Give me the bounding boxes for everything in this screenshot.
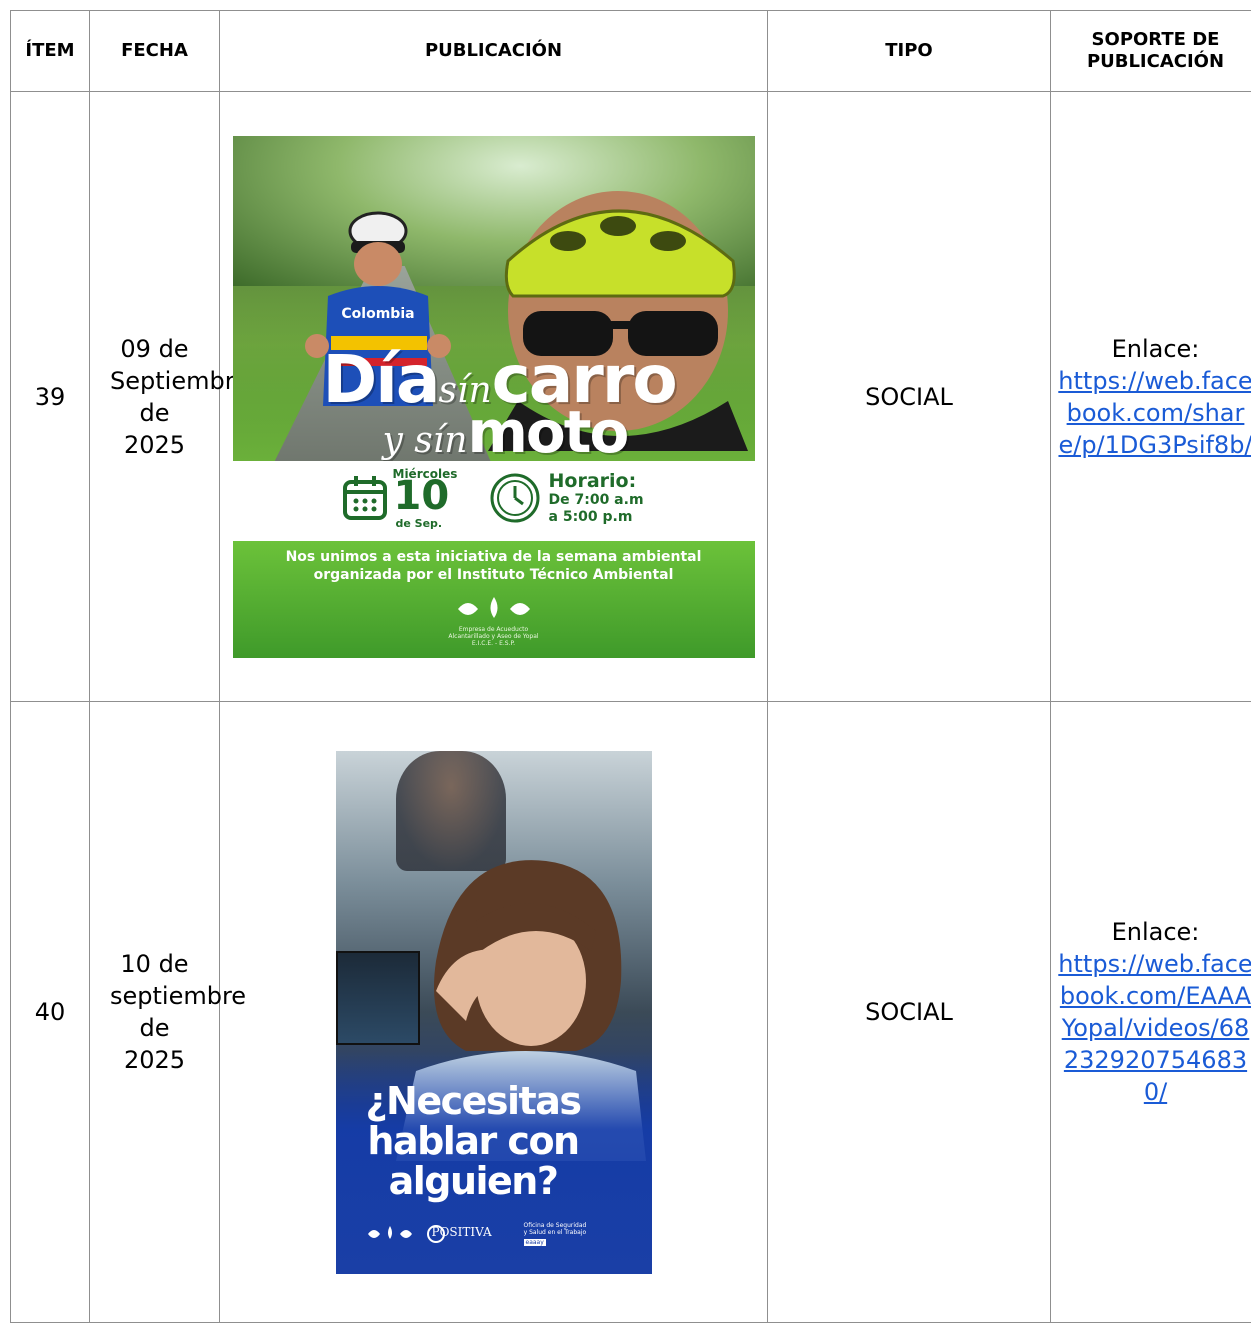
enlace-link[interactable]: https://web.facebook.com/EAAAYopal/video… — [1057, 948, 1251, 1108]
poster-dia-num: 10 — [394, 476, 450, 516]
header-publicacion: PUBLICACIÓN — [220, 11, 768, 92]
empresa-text: Empresa de Acueducto Alcantarillado y As… — [233, 626, 755, 647]
publications-table: ÍTEM FECHA PUBLICACIÓN TIPO SOPORTE DE P… — [10, 10, 1251, 1323]
fecha-cell: 09 de Septiembre de 2025 — [90, 92, 220, 702]
empresa-line2: Alcantarillado y Aseo de Yopal — [233, 633, 755, 640]
poster-mensaje: Nos unimos a esta iniciativa de la seman… — [233, 548, 755, 584]
poster-horario-fin: a 5:00 p.m — [549, 509, 633, 525]
poster-mes: de Sep. — [396, 517, 443, 530]
header-row: ÍTEM FECHA PUBLICACIÓN TIPO SOPORTE DE P… — [11, 11, 1251, 92]
poster-dia-sin-carro: Colombia — [233, 136, 755, 658]
title-moto: moto — [467, 398, 627, 466]
poster-title: ¿Necesitas hablar con alguien? — [366, 1081, 581, 1201]
title-ysin: y sín — [383, 420, 468, 461]
title-line1: ¿Necesitas — [366, 1081, 581, 1121]
enlace-label: Enlace: — [1057, 916, 1251, 948]
poster-horario-label: Horario: — [549, 470, 637, 492]
oficina-text: Oficina de Seguridad y Salud en el Traba… — [524, 1222, 587, 1236]
mensaje-line2: organizada por el Instituto Técnico Ambi… — [233, 566, 755, 584]
enlace-link[interactable]: https://web.facebook.com/share/p/1DG3Psi… — [1057, 365, 1251, 461]
header-fecha: FECHA — [90, 11, 220, 92]
poster-necesitas-hablar: ¿Necesitas hablar con alguien? POSITIVA … — [336, 751, 652, 1274]
enlace-label: Enlace: — [1057, 333, 1251, 365]
empresa-line3: E.I.C.E. - E.S.P. — [233, 640, 755, 647]
title-line2: hablar con — [366, 1121, 581, 1161]
item-cell: 40 — [11, 702, 90, 1323]
publicacion-cell: ¿Necesitas hablar con alguien? POSITIVA … — [220, 702, 768, 1323]
clock-icon — [489, 472, 541, 524]
header-item: ÍTEM — [11, 11, 90, 92]
tipo-text: SOCIAL — [861, 383, 957, 411]
eaaay-logo-icon — [454, 594, 534, 624]
tipo-cell: SOCIAL — [768, 702, 1051, 1323]
item-cell: 39 — [11, 92, 90, 702]
calendar-icon — [341, 474, 389, 522]
tipo-cell: SOCIAL — [768, 92, 1051, 702]
header-soporte: SOPORTE DE PUBLICACIÓN — [1051, 11, 1251, 92]
oficina-line1: Oficina de Seguridad — [524, 1222, 587, 1229]
soporte-cell: Enlace: https://web.facebook.com/EAAAYop… — [1051, 702, 1251, 1323]
publicacion-cell: Colombia — [220, 92, 768, 702]
fecha-text: 09 de Septiembre de 2025 — [90, 333, 219, 461]
tipo-text: SOCIAL — [861, 998, 957, 1026]
table-row: 39 09 de Septiembre de 2025 Col — [11, 92, 1251, 702]
table-row: 40 10 de septiembre de 2025 ¿Necesi — [11, 702, 1251, 1323]
fecha-cell: 10 de septiembre de 2025 — [90, 702, 220, 1323]
poster-horario-inicio: De 7:00 a.m — [549, 492, 644, 508]
soporte-cell: Enlace: https://web.facebook.com/share/p… — [1051, 92, 1251, 702]
header-tipo: TIPO — [768, 11, 1051, 92]
enlace-block: Enlace: https://web.facebook.com/share/p… — [1051, 333, 1251, 461]
jersey-text: Colombia — [341, 306, 414, 322]
item-number: 39 — [31, 383, 70, 411]
item-number: 40 — [31, 998, 70, 1026]
poster-title-line2: y sínmoto — [383, 398, 628, 466]
empresa-line1: Empresa de Acueducto — [233, 626, 755, 633]
eaaay-badge: eaaay — [524, 1239, 546, 1246]
fecha-text: 10 de septiembre de 2025 — [90, 948, 219, 1076]
oficina-line2: y Salud en el Trabajo — [524, 1229, 587, 1236]
mensaje-line1: Nos unimos a esta iniciativa de la seman… — [233, 548, 755, 566]
enlace-block: Enlace: https://web.facebook.com/EAAAYop… — [1051, 916, 1251, 1108]
title-line3: alguien? — [366, 1161, 581, 1201]
footer-logos-icon — [366, 1221, 636, 1251]
positiva-logo: POSITIVA — [432, 1225, 492, 1239]
